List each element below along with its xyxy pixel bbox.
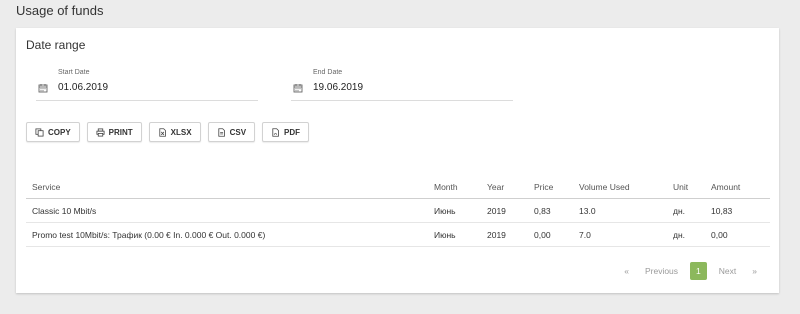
print-button[interactable]: PRINT <box>86 122 142 142</box>
csv-file-icon <box>217 127 225 137</box>
copy-button[interactable]: COPY <box>26 122 80 142</box>
usage-table: Service Month Year Price Volume Used Uni… <box>26 176 770 247</box>
cell-amount: 10,83 <box>705 198 770 223</box>
xlsx-button[interactable]: XLSX <box>148 122 201 142</box>
pdf-file-icon <box>272 127 279 137</box>
copy-button-label: COPY <box>48 127 71 137</box>
column-header-volume-used[interactable]: Volume Used <box>573 176 667 199</box>
column-header-year[interactable]: Year <box>481 176 528 199</box>
export-toolbar: COPY PRINT XLSX CSV PDF <box>26 122 310 142</box>
table-header-row: Service Month Year Price Volume Used Uni… <box>26 176 770 199</box>
copy-icon <box>35 127 44 137</box>
cell-price: 0,83 <box>528 198 573 223</box>
page-title: Usage of funds <box>16 3 104 18</box>
print-icon <box>96 127 105 137</box>
column-header-unit[interactable]: Unit <box>667 176 705 199</box>
next-page-button[interactable]: Next <box>711 262 744 280</box>
usage-card: Date range Start Date 01.06.2019 End Dat… <box>16 28 779 293</box>
start-date-field[interactable]: Start Date 01.06.2019 <box>36 68 258 101</box>
print-button-label: PRINT <box>108 127 133 137</box>
cell-service: Classic 10 Mbit/s <box>26 198 428 223</box>
pdf-button-label: PDF <box>284 127 301 137</box>
cell-year: 2019 <box>481 198 528 223</box>
last-page-button[interactable]: » <box>744 262 765 280</box>
table-row: Promo test 10Mbit/s: Трафик (0.00 € In. … <box>26 222 770 247</box>
csv-button-label: CSV <box>229 127 247 137</box>
column-header-price[interactable]: Price <box>528 176 573 199</box>
xlsx-button-label: XLSX <box>170 127 192 137</box>
end-date-label: End Date <box>313 69 343 76</box>
excel-file-icon <box>159 127 166 137</box>
first-page-button[interactable]: « <box>616 262 637 280</box>
cell-unit: дн. <box>667 222 705 247</box>
pdf-button[interactable]: PDF <box>262 122 310 142</box>
date-range-title: Date range <box>26 38 86 52</box>
start-date-value[interactable]: 01.06.2019 <box>58 82 108 93</box>
cell-volume-used: 7.0 <box>573 222 667 247</box>
pagination: « Previous 1 Next » <box>616 262 765 280</box>
cell-unit: дн. <box>667 198 705 223</box>
cell-volume-used: 13.0 <box>573 198 667 223</box>
calendar-icon <box>293 84 303 93</box>
previous-page-button[interactable]: Previous <box>637 262 686 280</box>
calendar-icon <box>38 84 48 93</box>
current-page-button[interactable]: 1 <box>690 262 707 280</box>
cell-amount: 0,00 <box>705 222 770 247</box>
cell-price: 0,00 <box>528 222 573 247</box>
cell-month: Июнь <box>428 222 481 247</box>
cell-year: 2019 <box>481 222 528 247</box>
column-header-service[interactable]: Service <box>26 176 428 199</box>
start-date-label: Start Date <box>58 69 90 76</box>
table-row: Classic 10 Mbit/s Июнь 2019 0,83 13.0 дн… <box>26 198 770 223</box>
csv-button[interactable]: CSV <box>207 122 256 142</box>
cell-service: Promo test 10Mbit/s: Трафик (0.00 € In. … <box>26 222 428 247</box>
column-header-month[interactable]: Month <box>428 176 481 199</box>
cell-month: Июнь <box>428 198 481 223</box>
end-date-value[interactable]: 19.06.2019 <box>313 82 363 93</box>
column-header-amount[interactable]: Amount <box>705 176 770 199</box>
end-date-field[interactable]: End Date 19.06.2019 <box>291 68 513 101</box>
